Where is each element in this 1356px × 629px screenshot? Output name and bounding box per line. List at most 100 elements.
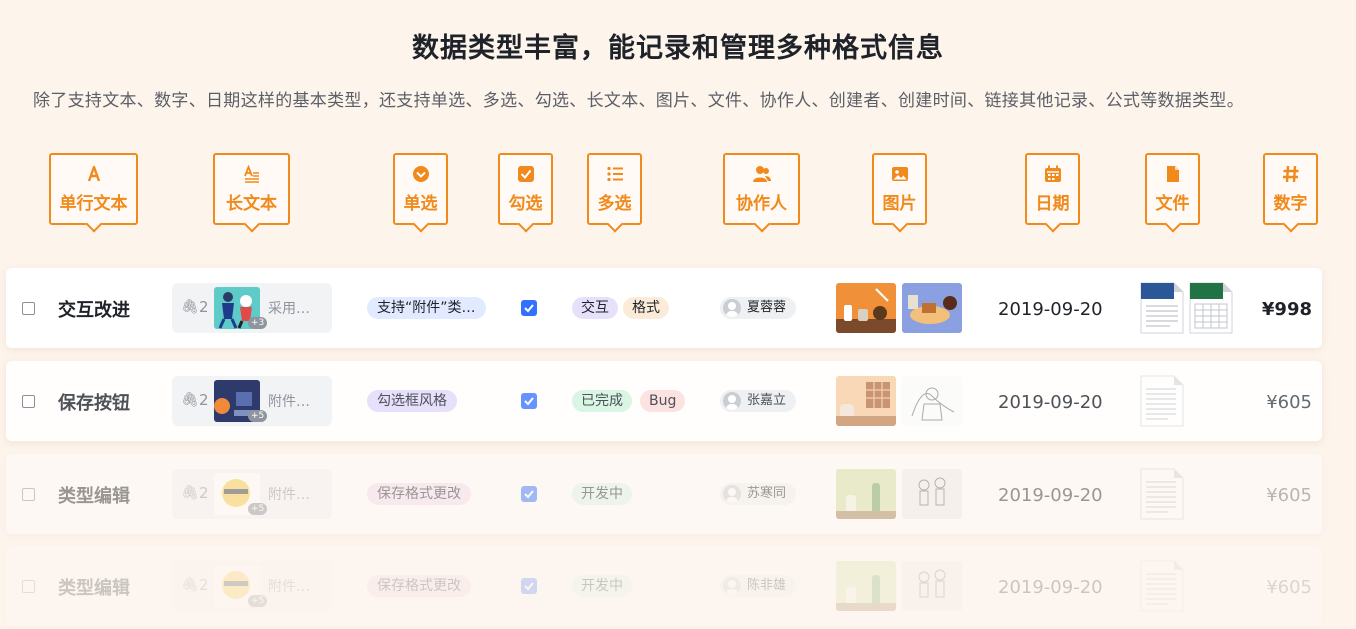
field-type-text: 单行文本 (49, 153, 138, 225)
multi-select-tag[interactable]: 已完成 (572, 390, 632, 412)
calendar-icon (1044, 165, 1061, 182)
page-subtitle: 除了支持文本、数字、日期这样的基本类型，还支持单选、多选、勾选、长文本、图片、文… (33, 91, 1244, 111)
image-thumbnail[interactable] (902, 561, 962, 611)
checkbox-field[interactable] (521, 300, 537, 316)
date-value: 2019-09-20 (998, 485, 1103, 506)
attachment-more-badge: +5 (248, 410, 268, 422)
excel-file-icon[interactable] (1189, 282, 1233, 334)
attachment-count: 2 (199, 298, 209, 316)
multi-select-tag[interactable]: Bug (640, 390, 686, 412)
field-type-date: 日期 (1025, 153, 1080, 225)
row-select-checkbox[interactable] (22, 580, 35, 593)
single-select-icon (412, 165, 429, 182)
field-type-checkbox: 勾选 (498, 153, 553, 225)
multi-select-tag[interactable]: 格式 (623, 297, 669, 319)
image-thumbnail[interactable] (902, 376, 962, 426)
document-file-icon[interactable] (1140, 468, 1184, 520)
collaborator-chip[interactable]: 陈非雄 (720, 575, 797, 597)
collaborator-name: 陈非雄 (747, 578, 787, 593)
row-title: 类型编辑 (58, 486, 130, 507)
field-type-label: 单选 (403, 193, 438, 214)
single-select-tag[interactable]: 保存格式更改 (367, 483, 471, 505)
collaborator-name: 苏寒同 (747, 486, 787, 501)
number-value: ¥605 (1266, 392, 1312, 413)
collaborator-chip[interactable]: 苏寒同 (720, 483, 797, 505)
field-type-people: 协作人 (723, 153, 800, 225)
collaborator-chip[interactable]: 张嘉立 (720, 390, 797, 412)
row-title: 类型编辑 (58, 578, 130, 599)
field-type-image: 图片 (872, 153, 927, 225)
attachment-more-badge: +5 (248, 503, 268, 515)
document-file-icon[interactable] (1140, 560, 1184, 612)
image-thumbnail[interactable] (836, 561, 896, 611)
hash-icon (1282, 165, 1298, 182)
multi-select-icon (606, 166, 623, 181)
field-type-label: 勾选 (508, 193, 543, 214)
field-type-label: 日期 (1035, 193, 1070, 214)
checkbox-field[interactable] (521, 578, 537, 594)
table-row[interactable]: 类型编辑 🖇 2 +5 附件… 保存格式更改 开发中 苏寒同 2019-09-2… (6, 454, 1322, 534)
attachment-cell[interactable]: 🖇 2 +5 附件… (172, 561, 332, 611)
paperclip-icon: 🖇 (181, 485, 199, 501)
attachment-count: 2 (199, 391, 209, 409)
row-select-checkbox[interactable] (22, 302, 35, 315)
table-row[interactable]: 类型编辑 🖇 2 +5 附件… 保存格式更改 开发中 陈非雄 2019-09-2… (6, 546, 1322, 626)
attachment-more-badge: +5 (248, 595, 268, 607)
avatar (723, 392, 741, 410)
number-value: ¥605 (1266, 577, 1312, 598)
word-file-icon[interactable] (1140, 282, 1184, 334)
image-thumbnail[interactable] (902, 283, 962, 333)
attachment-cell[interactable]: 🖇 2 +5 附件… (172, 469, 332, 519)
long-text-icon (243, 164, 259, 183)
attachment-cell[interactable]: 🖇 2 +3 采用… (172, 283, 332, 333)
field-type-label: 协作人 (736, 193, 787, 214)
checkbox-icon (517, 165, 534, 182)
checkbox-field[interactable] (521, 393, 537, 409)
date-value: 2019-09-20 (998, 299, 1103, 320)
multi-select-tag[interactable]: 交互 (572, 297, 618, 319)
file-icon (1166, 165, 1179, 182)
image-thumbnail[interactable] (836, 376, 896, 426)
table-row[interactable]: 保存按钮 🖇 2 +5 附件… 勾选框风格 已完成 Bug 张嘉立 2019-0… (6, 361, 1322, 441)
single-select-tag[interactable]: 支持“附件”类… (367, 297, 486, 319)
paperclip-icon: 🖇 (181, 392, 199, 408)
avatar (723, 577, 741, 595)
field-type-label: 多选 (597, 193, 632, 214)
attachment-count: 2 (199, 484, 209, 502)
avatar (723, 485, 741, 503)
attachment-cell[interactable]: 🖇 2 +5 附件… (172, 376, 332, 426)
collaborator-name: 夏蓉蓉 (747, 300, 787, 315)
image-thumbnail[interactable] (836, 469, 896, 519)
field-type-label: 文件 (1155, 193, 1190, 214)
image-icon (891, 166, 908, 181)
multi-select-tag[interactable]: 开发中 (572, 575, 632, 597)
field-type-label: 图片 (882, 193, 917, 214)
field-type-number: 数字 (1263, 153, 1318, 225)
multi-select-tag[interactable]: 开发中 (572, 483, 632, 505)
attachment-name: 附件… (268, 394, 310, 410)
number-value: ¥998 (1261, 299, 1312, 320)
attachment-name: 采用… (268, 301, 310, 317)
document-file-icon[interactable] (1140, 375, 1184, 427)
field-type-label: 长文本 (226, 193, 277, 214)
single-select-tag[interactable]: 勾选框风格 (367, 390, 457, 412)
page-title: 数据类型丰富，能记录和管理多种格式信息 (412, 33, 944, 64)
field-type-label: 数字 (1273, 193, 1308, 214)
field-type-single-select: 单选 (393, 153, 448, 225)
field-type-long-text: 长文本 (213, 153, 290, 225)
number-value: ¥605 (1266, 485, 1312, 506)
row-select-checkbox[interactable] (22, 488, 35, 501)
date-value: 2019-09-20 (998, 577, 1103, 598)
attachment-name: 附件… (268, 487, 310, 503)
image-thumbnail[interactable] (902, 469, 962, 519)
table-row[interactable]: 交互改进 🖇 2 +3 采用… 支持“附件”类… 交互 格式 夏蓉蓉 2019-… (6, 268, 1322, 348)
paperclip-icon: 🖇 (181, 299, 199, 315)
single-select-tag[interactable]: 保存格式更改 (367, 575, 471, 597)
paperclip-icon: 🖇 (181, 577, 199, 593)
checkbox-field[interactable] (521, 486, 537, 502)
row-select-checkbox[interactable] (22, 395, 35, 408)
collaborator-chip[interactable]: 夏蓉蓉 (720, 297, 797, 319)
field-type-multi-select: 多选 (587, 153, 642, 225)
image-thumbnail[interactable] (836, 283, 896, 333)
attachment-name: 附件… (268, 579, 310, 595)
